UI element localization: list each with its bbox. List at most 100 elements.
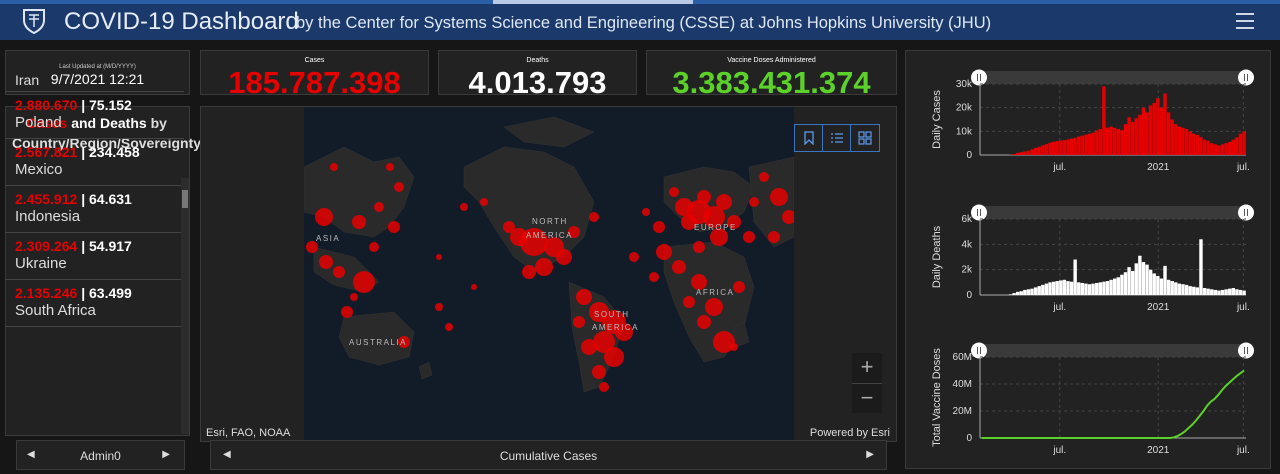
world-map[interactable]: ASIA NORTH AMERICA EUROPE AFRICA SOUTH A…	[304, 107, 794, 442]
case-bubble[interactable]	[705, 298, 723, 316]
range-slider-start-handle[interactable]	[971, 69, 987, 86]
case-bubble[interactable]	[573, 316, 585, 328]
case-bubble[interactable]	[581, 339, 597, 355]
case-bubble[interactable]	[589, 212, 599, 222]
range-slider-start-handle[interactable]	[971, 342, 987, 359]
case-bubble[interactable]	[599, 382, 609, 392]
table-row[interactable]: 2.135.246 | 63.499 South Africa	[5, 280, 184, 327]
case-bubble[interactable]	[386, 163, 394, 171]
case-bubble[interactable]	[319, 255, 333, 269]
basemap-gallery-icon[interactable]	[851, 125, 879, 151]
row-country-name: Ukraine	[15, 255, 67, 272]
case-bubble[interactable]	[629, 252, 639, 262]
table-row[interactable]: 2.455.912 | 64.631 Indonesia	[5, 186, 184, 233]
legend-list-icon[interactable]	[823, 125, 851, 151]
case-bubble[interactable]	[350, 293, 358, 301]
table-row[interactable]: 2.309.264 | 54.917 Ukraine	[5, 233, 184, 280]
case-bubble[interactable]	[333, 266, 345, 278]
case-bubble[interactable]	[592, 365, 606, 379]
case-bubble[interactable]	[653, 221, 665, 233]
deaths-counter-label: Deaths	[526, 57, 549, 64]
chart-bar	[1120, 130, 1124, 155]
scrollbar-thumb[interactable]	[182, 190, 188, 208]
range-slider-start-handle[interactable]	[971, 204, 987, 221]
row-separator: |	[81, 285, 86, 301]
case-bubble[interactable]	[743, 231, 755, 243]
case-bubble[interactable]	[749, 197, 759, 207]
case-bubble[interactable]	[374, 202, 384, 212]
case-bubble[interactable]	[394, 182, 404, 192]
case-bubble[interactable]	[369, 242, 379, 252]
case-bubble[interactable]	[436, 254, 442, 260]
case-bubble[interactable]	[460, 203, 468, 211]
case-bubble[interactable]	[480, 198, 488, 206]
range-slider-track[interactable]	[972, 344, 1248, 357]
range-slider-track[interactable]	[972, 71, 1248, 84]
case-bubble[interactable]	[353, 271, 375, 293]
case-bubble[interactable]	[656, 244, 672, 260]
map-panel[interactable]: ASIA NORTH AMERICA EUROPE AFRICA SOUTH A…	[200, 106, 897, 442]
zoom-out-button[interactable]: −	[852, 384, 882, 414]
case-bubble[interactable]	[535, 258, 553, 276]
case-bubble[interactable]	[693, 241, 705, 253]
case-bubble[interactable]	[672, 260, 686, 274]
chart-bar	[1015, 152, 1020, 155]
pager-next-icon[interactable]: ▶	[162, 449, 170, 460]
case-bubble[interactable]	[642, 208, 650, 216]
case-bubble[interactable]	[352, 215, 366, 229]
chart-bar	[1116, 128, 1120, 155]
range-slider-end-handle[interactable]	[1238, 204, 1254, 221]
case-bubble[interactable]	[341, 306, 353, 318]
case-bubble[interactable]	[522, 265, 536, 279]
case-bubble[interactable]	[730, 343, 738, 351]
table-row[interactable]: 2.567.821 | 234.458 Mexico	[5, 139, 184, 186]
case-bubble[interactable]	[556, 249, 572, 265]
case-bubble[interactable]	[669, 187, 679, 197]
chart-bar	[1166, 279, 1171, 295]
country-list-scrollbar[interactable]	[181, 178, 189, 434]
y-tick-label: 30k	[956, 79, 973, 90]
zoom-in-button[interactable]: +	[852, 353, 882, 383]
case-bubble[interactable]	[445, 323, 453, 331]
case-bubble[interactable]	[716, 194, 732, 210]
chart-bar	[1048, 282, 1052, 295]
case-bubble[interactable]	[768, 231, 780, 243]
case-bubble[interactable]	[683, 296, 695, 308]
pager-label: Admin0	[80, 449, 121, 463]
case-bubble[interactable]	[697, 190, 711, 204]
hamburger-menu-icon[interactable]	[1236, 13, 1254, 29]
chart-bar	[1073, 259, 1077, 295]
case-bubble[interactable]	[733, 281, 745, 293]
case-bubble[interactable]	[330, 163, 338, 171]
bookmark-icon[interactable]	[795, 125, 823, 151]
case-bubble[interactable]	[388, 221, 400, 233]
case-bubble[interactable]	[649, 272, 659, 282]
case-bubble[interactable]	[315, 208, 333, 226]
case-bubble[interactable]	[604, 347, 624, 367]
chart-bar	[1170, 281, 1174, 295]
chart-bar	[1113, 278, 1117, 295]
case-bubble[interactable]	[576, 289, 592, 305]
x-tick-label: jul.	[1236, 445, 1250, 456]
chart-bar	[1051, 281, 1056, 295]
case-bubble[interactable]	[471, 284, 477, 290]
chart-bar	[1192, 133, 1196, 155]
chart-bar	[1015, 291, 1020, 295]
powered-by-esri[interactable]: Powered by Esri	[810, 427, 890, 439]
chart-bar	[1224, 143, 1228, 155]
range-slider-track[interactable]	[972, 206, 1248, 219]
row-country-name: Indonesia	[15, 208, 81, 225]
chart-bar	[1041, 284, 1045, 295]
range-slider-end-handle[interactable]	[1238, 69, 1254, 86]
case-bubble[interactable]	[759, 172, 769, 182]
range-slider-end-handle[interactable]	[1238, 342, 1254, 359]
case-bubble[interactable]	[503, 221, 515, 233]
list-item[interactable]: Iran	[5, 69, 184, 92]
map-pager-next-icon[interactable]: ▶	[866, 449, 874, 460]
chart-bar	[1192, 286, 1196, 295]
chart-bar	[1134, 263, 1138, 295]
table-row[interactable]: 2.880.670 | 75.152 Poland	[5, 92, 184, 139]
case-bubble[interactable]	[697, 315, 711, 329]
case-bubble[interactable]	[770, 188, 788, 206]
case-bubble[interactable]	[435, 303, 443, 311]
